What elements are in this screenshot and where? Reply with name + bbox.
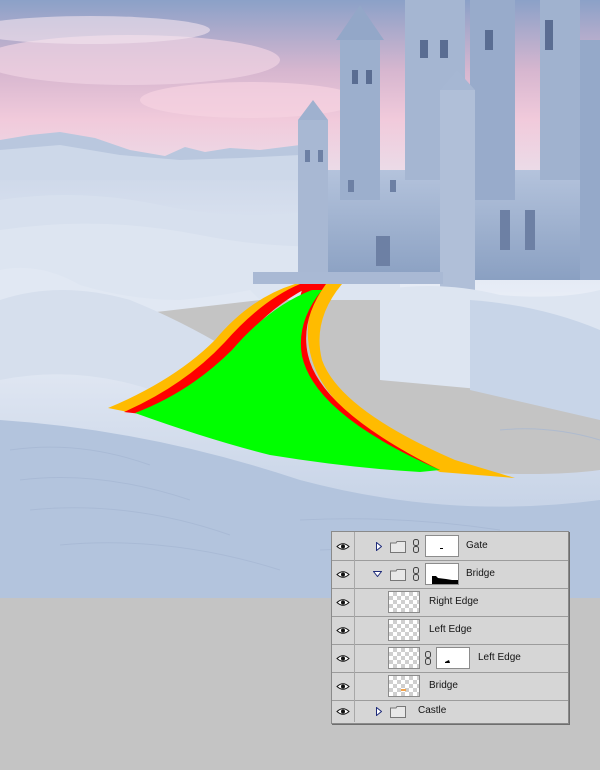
layer-row-right-edge[interactable]: Right Edge: [332, 588, 568, 617]
layer-row-bridge-group[interactable]: Bridge: [332, 560, 568, 589]
link-chain-icon[interactable]: [413, 567, 419, 581]
layer-row-left-edge[interactable]: Left Edge: [332, 616, 568, 645]
layer-name[interactable]: Right Edge: [429, 596, 478, 608]
layer-mask-thumbnail[interactable]: [425, 563, 459, 585]
layer-name[interactable]: Gate: [466, 540, 488, 552]
layer-name[interactable]: Left Edge: [429, 624, 472, 636]
visibility-eye-icon[interactable]: [332, 700, 355, 722]
visibility-eye-icon[interactable]: [332, 672, 355, 700]
layer-row-castle[interactable]: Castle: [332, 700, 568, 722]
layer-row-bridge[interactable]: Bridge: [332, 672, 568, 701]
layer-thumbnail[interactable]: [388, 647, 420, 669]
layer-name[interactable]: Left Edge: [478, 652, 521, 664]
folder-icon: [390, 540, 406, 553]
visibility-eye-icon[interactable]: [332, 560, 355, 588]
layer-thumbnail[interactable]: [388, 619, 420, 641]
visibility-eye-icon[interactable]: [332, 532, 355, 560]
layer-name[interactable]: Bridge: [429, 680, 458, 692]
visibility-eye-icon[interactable]: [332, 644, 355, 672]
layer-row-left-edge-masked[interactable]: Left Edge: [332, 644, 568, 673]
document-canvas[interactable]: [0, 0, 600, 598]
link-chain-icon[interactable]: [413, 539, 419, 553]
layer-name[interactable]: Bridge: [466, 568, 495, 580]
expand-arrow-icon[interactable]: [372, 700, 386, 722]
folder-icon: [390, 568, 406, 581]
layer-mask-thumbnail[interactable]: [436, 647, 470, 669]
visibility-eye-icon[interactable]: [332, 616, 355, 644]
link-chain-icon[interactable]: [425, 651, 431, 665]
layer-mask-thumbnail[interactable]: [425, 535, 459, 557]
layer-thumbnail[interactable]: [388, 591, 420, 613]
layer-name[interactable]: Castle: [418, 705, 446, 717]
layer-row-gate[interactable]: Gate: [332, 532, 568, 561]
scene-image: [0, 0, 600, 598]
visibility-eye-icon[interactable]: [332, 588, 355, 616]
layer-thumbnail[interactable]: [388, 675, 420, 697]
collapse-arrow-icon[interactable]: [370, 560, 384, 588]
layers-panel: Gate Bridge Right Edge Left Edge Left Ed…: [331, 531, 569, 724]
folder-icon: [390, 705, 406, 718]
expand-arrow-icon[interactable]: [372, 532, 386, 560]
